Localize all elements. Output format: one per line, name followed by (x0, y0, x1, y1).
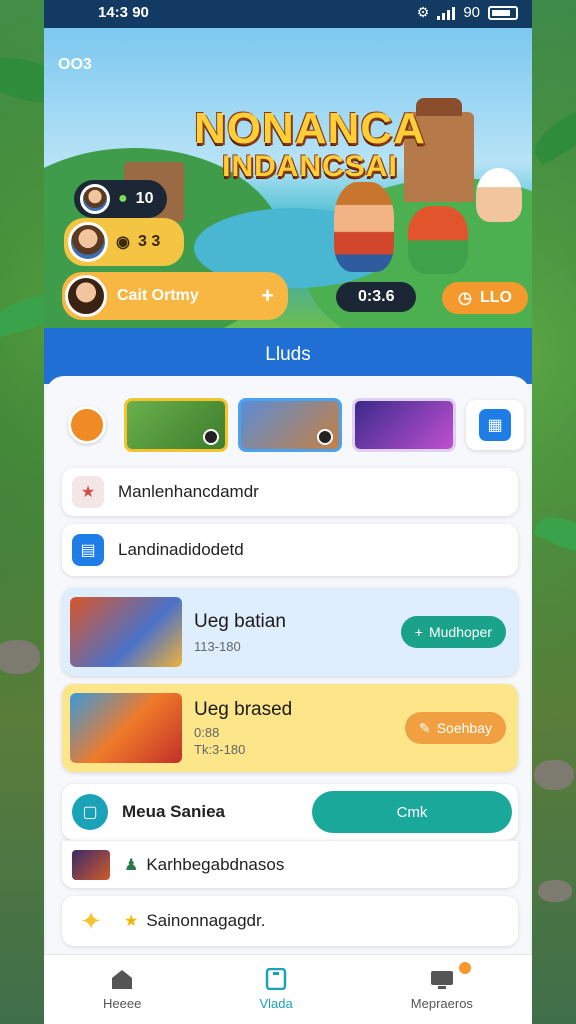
plus-icon: + (414, 624, 423, 640)
tab-label: Vlada (259, 996, 293, 1011)
game-action-label: Soehbay (436, 720, 492, 736)
avatar (80, 184, 110, 214)
game-action-button[interactable]: ✎ Soehbay (404, 712, 506, 744)
plus-icon[interactable]: + (261, 283, 274, 309)
palm-leaf (532, 508, 576, 560)
category-thumb-3[interactable] (352, 398, 456, 452)
list-row[interactable]: ✦ ★ Sainonnagagdr. (62, 896, 518, 946)
palm-leaf (527, 104, 576, 166)
game-title-logo: NONANCA INDANCSAI (194, 104, 426, 184)
stat-value: 10 (135, 190, 154, 207)
reward-chip-value: LLO (479, 289, 512, 306)
notification-badge (458, 962, 471, 974)
phone-screen: 14:3 90 ⚙ 90 OO3 NONANCA INDANCSAI ● 10 (44, 0, 532, 1024)
status-bar: 14:3 90 ⚙ 90 (44, 0, 532, 28)
pin-icon: ✎ (418, 719, 431, 736)
stat-pill-1: ● 10 (74, 180, 168, 218)
home-icon (112, 970, 133, 989)
thumb-badge-icon (317, 429, 333, 445)
document-icon: ▤ (72, 534, 104, 566)
meua-row[interactable]: ▢ Meua Saniea Cmk (62, 784, 518, 840)
rock (0, 640, 40, 674)
meua-label: Meua Saniea (122, 802, 225, 821)
rock (538, 880, 572, 902)
list-row-label: Karhbegabdnasos (146, 854, 285, 874)
category-thumb-1[interactable] (124, 398, 228, 452)
status-right-text: 90 (463, 4, 480, 21)
game-action-label: Mudhoper (428, 624, 492, 640)
clock-icon: ◷ (458, 290, 472, 307)
stat-value: 3 3 (137, 233, 161, 250)
bottom-tab-bar: Heeee Vlada Mepraeros (44, 954, 532, 1024)
profile-avatar (65, 275, 107, 317)
content-card: ▦ ★ Manlenhancdamdr ▤ Landinadidodetd Ue… (46, 376, 530, 976)
game-meta: 0:88 (194, 725, 220, 740)
tab-vlada[interactable]: Vlada (259, 968, 293, 1011)
title-line-1: NONANCA (194, 104, 426, 153)
category-hex-icon[interactable] (68, 406, 106, 444)
game-name: Ueg batian (194, 610, 286, 632)
grid-icon: ▦ (479, 409, 511, 441)
menu-row-label: Landinadidodetd (118, 540, 244, 559)
game-info: Ueg brased 0:88 Tk:3-180 (194, 699, 405, 757)
menu-row-1[interactable]: ★ Manlenhancdamdr (62, 468, 518, 516)
status-time: 14:3 90 (98, 4, 149, 21)
game-thumb-icon (72, 849, 110, 880)
red-creature-character (408, 206, 468, 274)
section-title: Lluds (265, 344, 311, 365)
cmk-button-label: Cmk (396, 803, 428, 821)
tab-label: Heeee (103, 996, 142, 1011)
reward-chip[interactable]: ◷ LLO (442, 282, 528, 314)
list-row-label: Sainonnagagdr. (146, 911, 266, 930)
thumb-badge-icon (203, 429, 219, 445)
star-icon: ★ (72, 476, 104, 508)
game-name: Ueg brased (194, 699, 293, 720)
category-thumb-2[interactable] (238, 398, 342, 452)
game-meta: 113-180 (194, 638, 241, 654)
category-thumbnails: ▦ (56, 398, 524, 452)
tab-label: Mepraeros (410, 996, 473, 1011)
profile-name: Cait Ortmy (117, 287, 199, 304)
score-chip: 0:3.6 (336, 282, 417, 312)
game-art (70, 693, 182, 763)
menu-row-label: Manlenhancdamdr (118, 482, 259, 501)
signal-icon (437, 6, 456, 20)
more-categories-button[interactable]: ▦ (466, 400, 524, 450)
square-icon: ▢ (72, 794, 108, 830)
hero-banner[interactable]: OO3 NONANCA INDANCSAI ● 10 ◉ 3 3 Cait Or… (44, 28, 532, 328)
tab-mepraeros[interactable]: Mepraeros (410, 962, 473, 1011)
game-card-2[interactable]: Ueg brased 0:88 Tk:3-180 ✎ Soehbay (62, 684, 518, 772)
coin-icon: ◉ (116, 234, 130, 251)
game-card-1[interactable]: Ueg batian 113-180 + Mudhoper (62, 588, 518, 676)
title-line-2: INDANCSAI (222, 150, 398, 183)
game-meta: Tk:3-180 (194, 742, 246, 757)
game-info: Ueg batian 113-180 (194, 611, 401, 654)
avatar (68, 222, 108, 262)
menu-row-2[interactable]: ▤ Landinadidodetd (62, 524, 518, 576)
chef-character (476, 168, 522, 222)
hero-corner-badge: OO3 (58, 56, 92, 73)
sparkle-icon: ✦ (80, 905, 102, 936)
fox-character (334, 182, 394, 272)
status-icons: ⚙ 90 (417, 4, 518, 21)
stat-pill-2: ◉ 3 3 (64, 218, 185, 266)
rock (534, 760, 574, 790)
cmk-button[interactable]: Cmk (312, 791, 512, 833)
star-icon: ★ (124, 913, 139, 930)
tab-home[interactable]: Heeee (103, 968, 141, 1011)
profile-button[interactable]: Cait Ortmy + (62, 272, 288, 320)
game-action-button[interactable]: + Mudhoper (400, 616, 506, 648)
settings-icon: ⚙ (416, 4, 430, 20)
game-art (70, 597, 182, 667)
battery-icon (488, 5, 518, 20)
gem-icon: ● (118, 190, 128, 207)
tablet-icon (265, 968, 287, 990)
list-row[interactable]: ♟ Karhbegabdnasos (62, 840, 518, 888)
score-chip-value: 0:3.6 (358, 288, 395, 305)
monitor-icon (430, 971, 453, 989)
character-icon: ♟ (124, 856, 139, 874)
